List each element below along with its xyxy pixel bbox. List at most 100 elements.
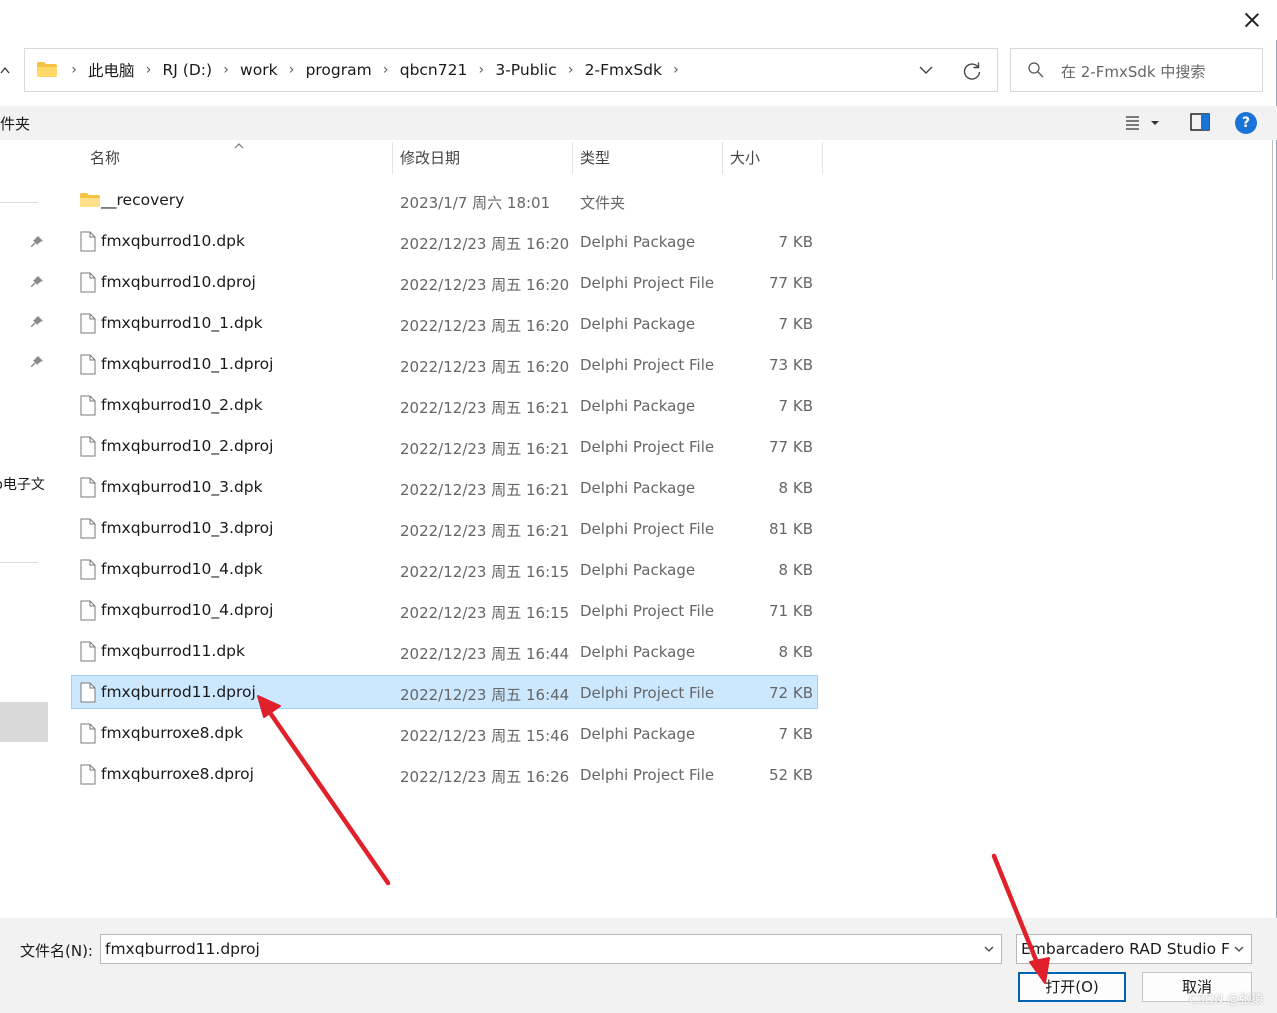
chevron-right-icon[interactable]: ›: [667, 62, 685, 78]
column-header-type[interactable]: 类型: [580, 142, 610, 174]
file-date: 2022/12/23 周五 16:20: [400, 317, 570, 335]
file-icon: [80, 395, 96, 416]
file-name: __recovery: [101, 191, 185, 209]
file-name: fmxqburroxe8.dproj: [101, 765, 254, 783]
column-separator[interactable]: [822, 142, 823, 174]
file-name: fmxqburrod10_1.dproj: [101, 355, 274, 373]
watermark: CSDN @张猿: [1188, 992, 1263, 1006]
file-row[interactable]: fmxqburrod10_2.dpk 2022/12/23 周五 16:21 Del…: [71, 388, 818, 422]
breadcrumb-item[interactable]: 此电脑: [83, 59, 140, 81]
filename-value[interactable]: fmxqburrod11.dproj: [105, 940, 260, 958]
search-box[interactable]: 在 2-FmxSdk 中搜索: [1010, 48, 1263, 92]
close-icon[interactable]: [1239, 8, 1265, 32]
breadcrumb-item[interactable]: RJ (D:): [158, 61, 218, 79]
pin-icon[interactable]: [30, 235, 44, 249]
search-icon: [1028, 62, 1044, 78]
file-date: 2022/12/23 周五 16:21: [400, 481, 570, 499]
help-icon[interactable]: ?: [1235, 112, 1257, 134]
breadcrumb-item[interactable]: program: [301, 61, 377, 79]
file-date: 2022/12/23 周五 16:20: [400, 276, 570, 294]
pin-icon[interactable]: [30, 315, 44, 329]
column-separator[interactable]: [392, 142, 393, 174]
file-icon: [80, 231, 96, 252]
file-row-selected[interactable]: fmxqburrod11.dproj 2022/12/23 周五 16:44 Del…: [71, 675, 818, 709]
folder-icon: [37, 62, 57, 77]
refresh-icon[interactable]: [961, 60, 983, 82]
chevron-down-icon[interactable]: [983, 944, 995, 954]
file-type-dropdown[interactable]: [1229, 935, 1251, 963]
nav-item-selected[interactable]: [0, 702, 48, 742]
file-row[interactable]: fmxqburrod10_3.dpk 2022/12/23 周五 16:21 Del…: [71, 470, 818, 504]
folder-icon: [80, 193, 100, 207]
file-row[interactable]: fmxqburrod10_2.dproj 2022/12/23 周五 16:21 D…: [71, 429, 818, 463]
preview-pane-icon[interactable]: [1189, 112, 1211, 132]
file-type: Delphi Package: [580, 397, 696, 415]
column-separator[interactable]: [572, 142, 573, 174]
search-input[interactable]: 在 2-FmxSdk 中搜索: [1061, 61, 1205, 82]
file-size: 52 KB: [769, 766, 813, 784]
file-name: fmxqburrod10.dpk: [101, 232, 245, 250]
file-date: 2022/12/23 周五 16:21: [400, 440, 570, 458]
file-type: Delphi Project File: [580, 274, 715, 292]
file-type: Delphi Project File: [580, 766, 715, 784]
new-folder-button[interactable]: 件夹: [0, 113, 30, 134]
chevron-right-icon[interactable]: ›: [283, 62, 301, 78]
view-options-icon[interactable]: [1122, 112, 1166, 134]
file-type-value[interactable]: Embarcadero RAD Studio File: [1021, 940, 1247, 958]
file-name: fmxqburroxe8.dpk: [101, 724, 244, 742]
title-bar: [0, 0, 1277, 40]
file-row[interactable]: fmxqburrod11.dpk 2022/12/23 周五 16:44 Delph…: [71, 634, 818, 668]
file-date: 2022/12/23 周五 16:20: [400, 235, 570, 253]
pin-icon[interactable]: [30, 275, 44, 289]
chevron-down-icon[interactable]: [917, 61, 935, 79]
open-button[interactable]: 打开(O): [1018, 972, 1126, 1002]
file-size: 8 KB: [778, 561, 813, 579]
chevron-right-icon[interactable]: ›: [377, 62, 395, 78]
up-arrow-icon[interactable]: [0, 60, 10, 80]
file-date: 2022/12/23 周五 16:15: [400, 604, 570, 622]
file-row[interactable]: fmxqburrod10_1.dpk 2022/12/23 周五 16:20 Del…: [71, 306, 818, 340]
file-icon: [80, 313, 96, 334]
column-header-name[interactable]: 名称: [90, 142, 120, 174]
scrollbar[interactable]: [1272, 140, 1277, 280]
file-type: Delphi Package: [580, 561, 696, 579]
file-row[interactable]: fmxqburrod10_4.dpk 2022/12/23 周五 16:15 Del…: [71, 552, 818, 586]
chevron-right-icon[interactable]: ›: [65, 62, 83, 78]
file-row[interactable]: fmxqburroxe8.dproj 2022/12/23 周五 16:26 Del…: [71, 757, 818, 791]
column-separator[interactable]: [722, 142, 723, 174]
file-icon: [80, 518, 96, 539]
file-size: 77 KB: [769, 274, 813, 292]
filename-field[interactable]: fmxqburrod11.dproj: [100, 934, 1002, 964]
nav-item-documents[interactable]: b电子文: [0, 474, 45, 494]
file-row[interactable]: fmxqburrod10.dpk 2022/12/23 周五 16:20 Delph…: [71, 224, 818, 258]
file-type: Delphi Package: [580, 315, 696, 333]
chevron-right-icon[interactable]: ›: [562, 62, 580, 78]
file-date: 2022/12/23 周五 16:26: [400, 768, 570, 786]
file-type: Delphi Package: [580, 725, 696, 743]
breadcrumb-item[interactable]: 2-FmxSdk: [580, 61, 667, 79]
chevron-right-icon[interactable]: ›: [217, 62, 235, 78]
file-row[interactable]: __recovery 2023/1/7 周六 18:01 文件夹: [71, 183, 818, 217]
file-row[interactable]: fmxqburrod10_4.dproj 2022/12/23 周五 16:15 D…: [71, 593, 818, 627]
breadcrumb-item[interactable]: 3-Public: [490, 61, 561, 79]
breadcrumb-item[interactable]: work: [235, 61, 283, 79]
file-row[interactable]: fmxqburrod10_3.dproj 2022/12/23 周五 16:21 D…: [71, 511, 818, 545]
file-row[interactable]: fmxqburrod10.dproj 2022/12/23 周五 16:20 Del…: [71, 265, 818, 299]
file-size: 73 KB: [769, 356, 813, 374]
file-row[interactable]: fmxqburrod10_1.dproj 2022/12/23 周五 16:20 D…: [71, 347, 818, 381]
chevron-right-icon[interactable]: ›: [140, 62, 158, 78]
breadcrumb-item[interactable]: qbcn721: [395, 61, 473, 79]
file-type-select[interactable]: Embarcadero RAD Studio File: [1016, 934, 1252, 964]
chevron-down-icon[interactable]: [1233, 944, 1245, 954]
file-name: fmxqburrod11.dpk: [101, 642, 245, 660]
column-header-date[interactable]: 修改日期: [400, 142, 460, 174]
chevron-right-icon[interactable]: ›: [472, 62, 490, 78]
breadcrumb: › 此电脑 › RJ (D:) › work › program › qbcn721 › 3-Publ…: [65, 49, 685, 91]
column-header-size[interactable]: 大小: [730, 142, 760, 174]
file-name: fmxqburrod10_3.dpk: [101, 478, 263, 496]
pin-icon[interactable]: [30, 355, 44, 369]
file-date: 2022/12/23 周五 16:21: [400, 522, 570, 540]
file-row[interactable]: fmxqburroxe8.dpk 2022/12/23 周五 15:46 Delph…: [71, 716, 818, 750]
address-bar[interactable]: › 此电脑 › RJ (D:) › work › program › qbcn721 › 3-Publ…: [24, 48, 998, 92]
file-date: 2022/12/23 周五 16:44: [400, 686, 570, 704]
